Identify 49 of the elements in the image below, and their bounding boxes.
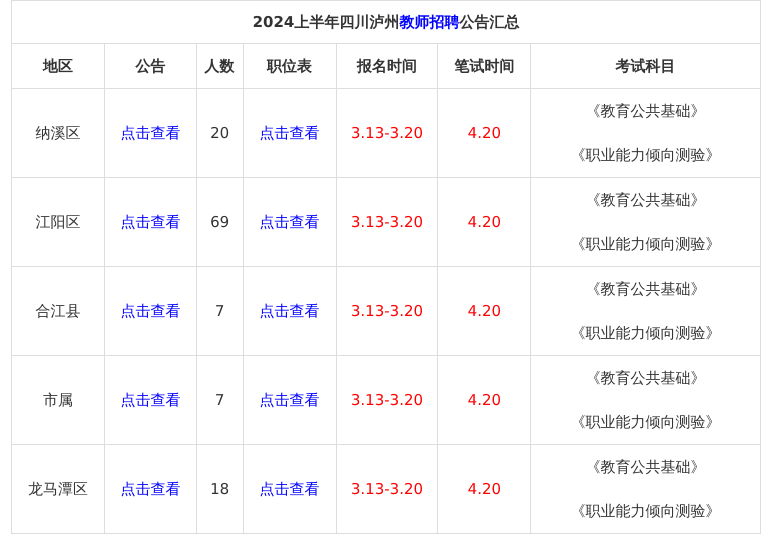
signup-date: 3.13-3.20 [350, 302, 424, 320]
view-link[interactable]: 点击查看 [260, 390, 320, 408]
column-header: 人数 [204, 56, 235, 74]
subject-text: 《教育公共基础》 [586, 102, 706, 120]
subject-text: 《教育公共基础》 [586, 280, 706, 298]
subject-text: 《教育公共基础》 [586, 458, 706, 476]
count-text: 7 [214, 302, 224, 320]
signup-date: 3.13-3.20 [350, 391, 424, 409]
subject-text: 《职业能力倾向测验》 [570, 324, 721, 342]
region-text: 市属 [42, 390, 73, 408]
view-link[interactable]: 点击查看 [260, 124, 320, 142]
signup-date: 3.13-3.20 [350, 213, 424, 231]
signup-date: 3.13-3.20 [350, 124, 424, 142]
column-header: 地区 [42, 56, 73, 74]
region-text: 江阳区 [35, 212, 80, 230]
exam-date: 4.20 [468, 391, 502, 409]
column-header: 报名时间 [356, 56, 417, 74]
exam-date: 4.20 [468, 480, 502, 498]
view-link[interactable]: 点击查看 [260, 212, 320, 230]
region-text: 龙马潭区 [28, 480, 88, 498]
view-link[interactable]: 点击查看 [120, 302, 180, 320]
subject-text: 《职业能力倾向测验》 [570, 146, 721, 164]
view-link[interactable]: 点击查看 [120, 390, 180, 408]
subject-text: 《职业能力倾向测验》 [570, 413, 721, 431]
count-text: 20 [210, 124, 230, 142]
view-link[interactable]: 点击查看 [120, 212, 180, 230]
view-link[interactable]: 点击查看 [120, 124, 180, 142]
subject-text: 《教育公共基础》 [586, 191, 706, 209]
view-link[interactable]: 点击查看 [260, 302, 320, 320]
view-link[interactable]: 点击查看 [120, 480, 180, 498]
view-link[interactable]: 点击查看 [260, 480, 320, 498]
region-text: 合江县 [35, 302, 80, 320]
column-header: 笔试时间 [454, 56, 514, 74]
subject-text: 《教育公共基础》 [586, 369, 706, 387]
table-title: 2024上半年四川泸州教师招聘公告汇总 [252, 12, 520, 30]
exam-date: 4.20 [468, 124, 502, 142]
count-text: 7 [214, 391, 224, 409]
column-header: 职位表 [267, 56, 312, 74]
exam-date: 4.20 [468, 302, 502, 320]
count-text: 18 [210, 480, 230, 498]
subject-text: 《职业能力倾向测验》 [570, 235, 721, 253]
region-text: 纳溪区 [35, 124, 80, 142]
column-header: 考试科目 [616, 56, 676, 74]
column-header: 公告 [135, 56, 166, 74]
count-text: 69 [210, 213, 230, 231]
title-link[interactable]: 教师招聘 [399, 12, 460, 30]
subject-text: 《职业能力倾向测验》 [570, 502, 721, 520]
exam-date: 4.20 [468, 213, 502, 231]
signup-date: 3.13-3.20 [350, 480, 424, 498]
